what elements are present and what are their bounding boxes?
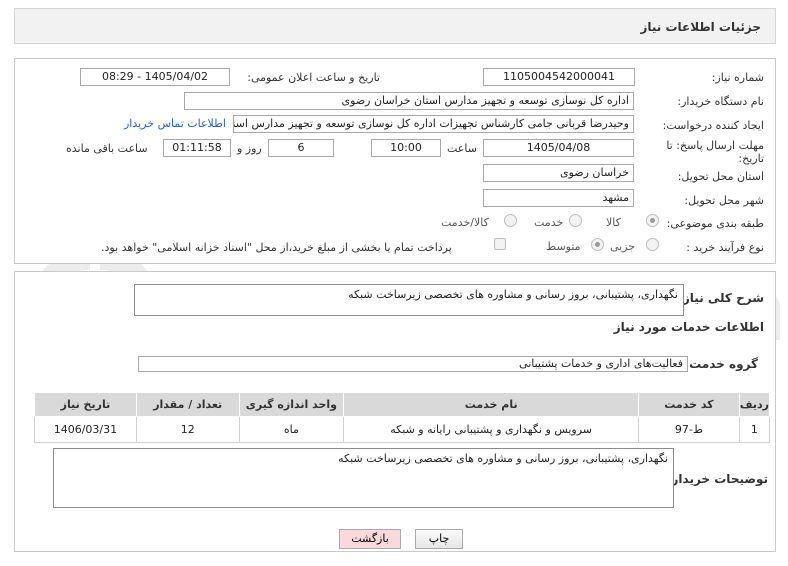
days-label: روز و xyxy=(237,142,262,155)
need-number-label: شماره نیاز: xyxy=(711,71,764,84)
category-label: طبقه بندی موضوعی: xyxy=(666,217,764,230)
buyer-org-field: اداره کل نوسازی توسعه و تجهیز مدارس استا… xyxy=(184,92,634,110)
back-button[interactable]: بازگشت xyxy=(339,529,401,549)
category-radio-goods[interactable] xyxy=(646,214,659,227)
city-field: مشهد xyxy=(483,189,634,207)
city-label: شهر محل تحویل: xyxy=(684,194,764,207)
service-group-label: گروه خدمت: xyxy=(684,357,758,371)
process-radio-partial[interactable] xyxy=(646,238,659,251)
creator-label: ایجاد کننده درخواست: xyxy=(662,119,764,132)
treasury-checkbox[interactable] xyxy=(494,238,506,250)
process-partial-label: جزیی xyxy=(610,240,636,253)
cell-code: ط-97 xyxy=(638,416,740,443)
page-header: جزئیات اطلاعات نیاز xyxy=(14,8,776,44)
deadline-time-field: 10:00 xyxy=(371,139,441,157)
print-button[interactable]: چاپ xyxy=(415,529,463,549)
province-label: استان محل تحویل: xyxy=(677,170,764,183)
process-medium-label: متوسط xyxy=(546,240,581,253)
time-label: ساعت xyxy=(447,142,477,155)
table-header-row: ردیف کد خدمت نام خدمت واحد اندازه گیری ت… xyxy=(34,392,771,417)
services-section-title: اطلاعات خدمات مورد نیاز xyxy=(613,320,764,334)
cell-row: 1 xyxy=(738,416,771,443)
summary-textarea[interactable]: نگهداری، پشتیبانی، بروز رسانی و مشاوره ه… xyxy=(134,284,684,316)
cell-name: سرویس و نگهداری و پشتیبانی رایانه و شبکه xyxy=(343,416,640,443)
creator-field: وحیدرضا قربانی جامی کارشناس تجهیزات ادار… xyxy=(233,115,634,133)
payment-note: پرداخت تمام یا بخشی از مبلغ خرید،از محل … xyxy=(101,241,452,254)
deadline-label: مهلت ارسال پاسخ: تا xyxy=(666,139,764,152)
days-field: 6 xyxy=(268,139,334,157)
summary-label: شرح کلی نیاز: xyxy=(678,291,764,305)
remaining-time-field: 01:11:58 xyxy=(163,139,231,157)
cell-date: 1406/03/31 xyxy=(34,416,137,443)
category-radio-service[interactable] xyxy=(569,214,582,227)
contact-buyer-link[interactable]: اطلاعات تماس خریدار xyxy=(124,117,226,130)
category-service-label: خدمت xyxy=(534,216,564,229)
category-goods-service-label: کالا/خدمت xyxy=(441,216,489,229)
category-goods-label: کالا xyxy=(606,216,621,229)
info-panel xyxy=(14,58,776,264)
page-title: جزئیات اطلاعات نیاز xyxy=(640,20,761,34)
cell-qty: 12 xyxy=(135,416,240,443)
remaining-label: ساعت باقی مانده xyxy=(66,142,148,155)
announce-field: 1405/04/02 - 08:29 xyxy=(80,68,230,86)
table-row: 1 ط-97 سرویس و نگهداری و پشتیبانی رایانه… xyxy=(34,416,771,443)
deadline-date-field: 1405/04/08 xyxy=(483,139,634,157)
col-code: کد خدمت xyxy=(638,392,740,417)
col-name: نام خدمت xyxy=(343,392,640,417)
services-table: ردیف کد خدمت نام خدمت واحد اندازه گیری ت… xyxy=(34,392,771,443)
need-number-field: 1105004542000041 xyxy=(483,68,635,86)
col-qty: تعداد / مقدار xyxy=(135,392,240,417)
province-field: خراسان رضوی xyxy=(483,164,634,182)
buyer-org-label: نام دستگاه خریدار: xyxy=(677,95,764,108)
category-radio-goods-service[interactable] xyxy=(504,214,517,227)
col-unit: واحد اندازه گیری xyxy=(238,392,345,417)
cell-unit: ماه xyxy=(238,416,345,443)
deadline-label-date: تاریخ: xyxy=(738,152,764,165)
buyer-notes-textarea[interactable]: نگهداری، پشتیبانی، بروز رسانی و مشاوره ه… xyxy=(53,448,674,508)
announce-label: تاریخ و ساعت اعلان عمومی: xyxy=(247,71,380,84)
service-group-field: فعالیت‌های اداری و خدمات پشتیبانی xyxy=(138,356,688,372)
col-date: تاریخ نیاز xyxy=(34,392,137,417)
buyer-notes-label: توضیحات خریدار: xyxy=(666,472,768,486)
process-radio-medium[interactable] xyxy=(591,238,604,251)
col-row: ردیف xyxy=(738,392,771,417)
process-label: نوع فرآیند خرید : xyxy=(686,241,764,254)
